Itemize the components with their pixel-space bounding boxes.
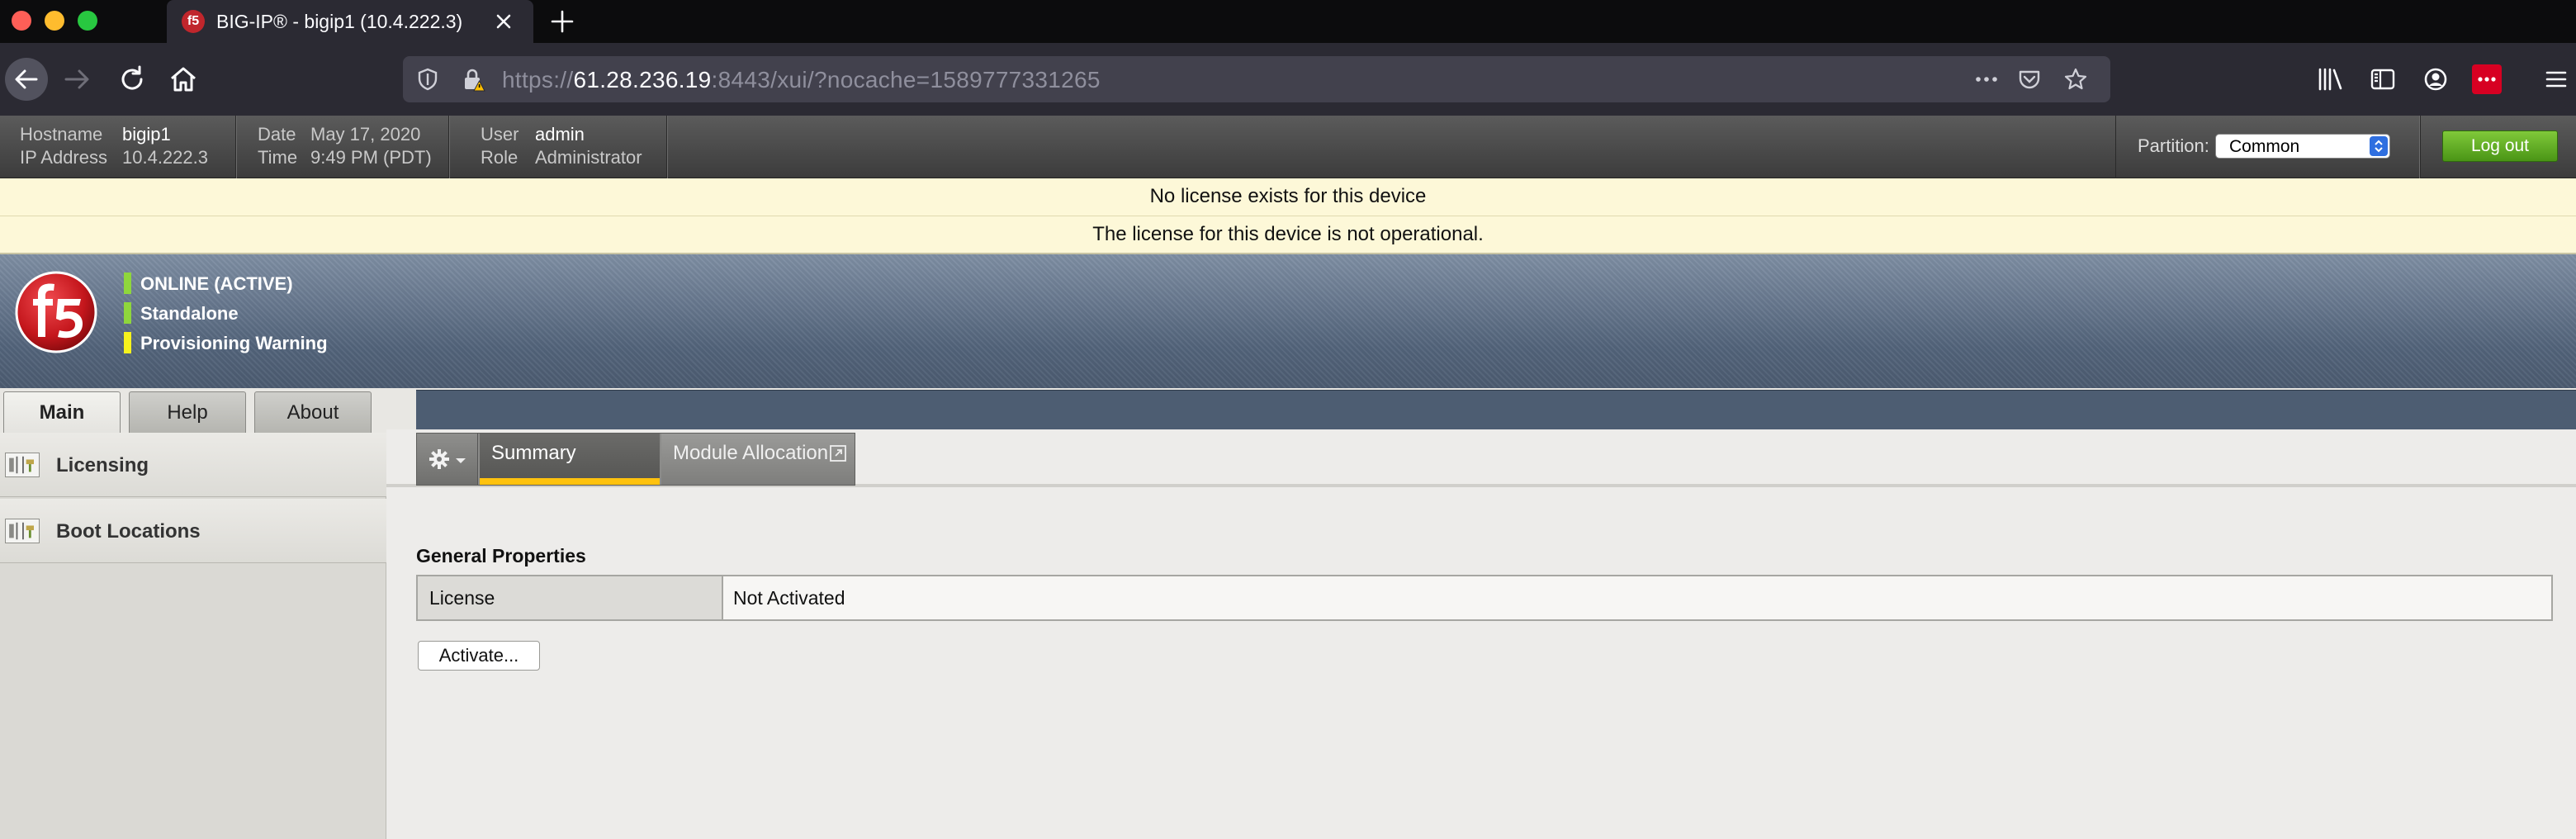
hostname-label: Hostname <box>20 124 103 145</box>
main-content: Summary Module Allocation General Proper… <box>386 429 2576 839</box>
left-nav: Licensing Boot Locations <box>0 433 386 839</box>
date-info: Date May 17, 2020 Time 9:49 PM (PDT) <box>236 116 449 178</box>
new-tab-icon[interactable] <box>548 7 576 36</box>
tab-summary-label: Summary <box>491 442 576 464</box>
url-scheme: https:// <box>502 67 574 92</box>
host-info: Hostname bigip1 IP Address 10.4.222.3 <box>0 116 236 178</box>
tab-title: BIG-IP® - bigip1 (10.4.222.3) <box>216 11 463 32</box>
boot-locations-icon <box>5 519 40 543</box>
chevron-down-icon <box>456 458 466 463</box>
status-standalone-label: Standalone <box>140 303 239 324</box>
subtab-strip: Summary Module Allocation <box>416 433 855 486</box>
tracking-shield-icon[interactable] <box>414 66 441 92</box>
url-text[interactable]: https://61.28.236.19:8443/xui/?nocache=1… <box>502 67 1101 93</box>
extension-icon[interactable] <box>2472 64 2502 94</box>
more-actions-icon[interactable] <box>1972 66 2001 92</box>
status-online-label: ONLINE (ACTIVE) <box>140 273 293 294</box>
home-icon[interactable] <box>165 61 201 97</box>
active-tab-indicator <box>480 478 660 485</box>
sidebar-item-label: Licensing <box>56 454 149 476</box>
hostname-value: bigip1 <box>122 124 171 145</box>
status-provisioning-warning[interactable]: Provisioning Warning <box>124 330 471 355</box>
window-minimize-button[interactable] <box>45 11 64 31</box>
date-label: Date <box>258 124 296 145</box>
tab-module-allocation-label: Module Allocation <box>673 442 829 464</box>
back-arrow-icon <box>15 69 38 89</box>
reload-icon[interactable] <box>114 61 150 97</box>
partition-label: Partition: <box>2138 135 2209 156</box>
user-value: admin <box>535 124 585 145</box>
ip-address-value: 10.4.222.3 <box>122 147 208 168</box>
licensing-icon <box>5 453 40 477</box>
license-not-operational-banner: The license for this device is not opera… <box>0 216 2576 254</box>
role-label: Role <box>481 147 519 168</box>
insecure-lock-icon[interactable] <box>459 66 485 92</box>
forward-arrow-icon[interactable] <box>59 61 96 97</box>
dots-icon <box>2478 77 2496 82</box>
ip-address-label: IP Address <box>20 147 107 168</box>
f5-logo <box>15 271 97 353</box>
tab-about[interactable]: About <box>254 391 372 434</box>
general-properties-table: License Not Activated <box>416 575 2553 621</box>
tab-summary[interactable]: Summary <box>480 434 660 485</box>
status-led-warning <box>124 332 131 353</box>
window-close-button[interactable] <box>12 11 31 31</box>
sidebar-item-label: Boot Locations <box>56 520 201 543</box>
library-icon[interactable] <box>2315 64 2345 94</box>
main-tabs: Main Help About <box>0 388 416 436</box>
hamburger-menu-icon[interactable] <box>2541 64 2571 94</box>
settings-menu-button[interactable] <box>417 434 478 485</box>
brand-header: ONLINE (ACTIVE) Standalone Provisioning … <box>0 254 2576 388</box>
license-value: Not Activated <box>733 587 845 609</box>
section-title-general-properties: General Properties <box>416 545 586 566</box>
browser-tab-active[interactable]: f5 BIG-IP® - bigip1 (10.4.222.3) <box>167 0 533 43</box>
partition-value: Common <box>2229 137 2300 156</box>
activate-button[interactable]: Activate... <box>418 641 540 671</box>
browser-nav-bar: https://61.28.236.19:8443/xui/?nocache=1… <box>0 43 2576 116</box>
url-bar[interactable]: https://61.28.236.19:8443/xui/?nocache=1… <box>403 56 2110 102</box>
content-header-band <box>416 390 2576 429</box>
time-value: 9:49 PM (PDT) <box>310 147 432 168</box>
system-status-bar: Hostname bigip1 IP Address 10.4.222.3 Da… <box>0 116 2576 178</box>
user-info: User admin Role Administrator <box>449 116 667 178</box>
sidebar-item-boot-locations[interactable]: Boot Locations <box>0 499 386 563</box>
role-value: Administrator <box>535 147 642 168</box>
gear-icon <box>429 449 449 469</box>
url-path: :8443/xui/?nocache=1589777331265 <box>711 67 1101 92</box>
time-label: Time <box>258 147 298 168</box>
external-link-icon[interactable] <box>828 443 848 463</box>
user-label: User <box>481 124 519 145</box>
tab-help[interactable]: Help <box>129 391 246 434</box>
status-led-standalone <box>124 302 131 324</box>
logout-button[interactable]: Log out <box>2442 130 2558 162</box>
bookmark-star-icon[interactable] <box>2062 66 2089 92</box>
no-license-banner: No license exists for this device <box>0 178 2576 216</box>
sidebar-item-licensing[interactable]: Licensing <box>0 433 386 497</box>
partition-selector-group: Partition: Common <box>2115 116 2421 178</box>
sidebar-toggle-icon[interactable] <box>2368 64 2398 94</box>
account-icon[interactable] <box>2421 64 2451 94</box>
close-icon[interactable] <box>490 8 517 35</box>
select-arrows-icon <box>2370 136 2388 156</box>
status-provisioning-label: Provisioning Warning <box>140 333 328 353</box>
browser-tab-bar: f5 BIG-IP® - bigip1 (10.4.222.3) <box>0 0 2576 43</box>
pocket-icon[interactable] <box>2016 66 2043 92</box>
status-online: ONLINE (ACTIVE) <box>124 271 471 296</box>
status-standalone: Standalone <box>124 301 471 325</box>
partition-select[interactable]: Common <box>2215 134 2390 159</box>
status-led-online <box>124 273 131 294</box>
f5-favicon-icon: f5 <box>182 10 205 33</box>
date-value: May 17, 2020 <box>310 124 421 145</box>
license-label: License <box>429 587 495 609</box>
url-host: 61.28.236.19 <box>573 67 712 92</box>
window-maximize-button[interactable] <box>78 11 97 31</box>
back-button[interactable] <box>5 58 48 101</box>
tab-main[interactable]: Main <box>3 391 121 436</box>
table-row: License <box>418 576 723 619</box>
tab-module-allocation[interactable]: Module Allocation <box>661 434 855 485</box>
